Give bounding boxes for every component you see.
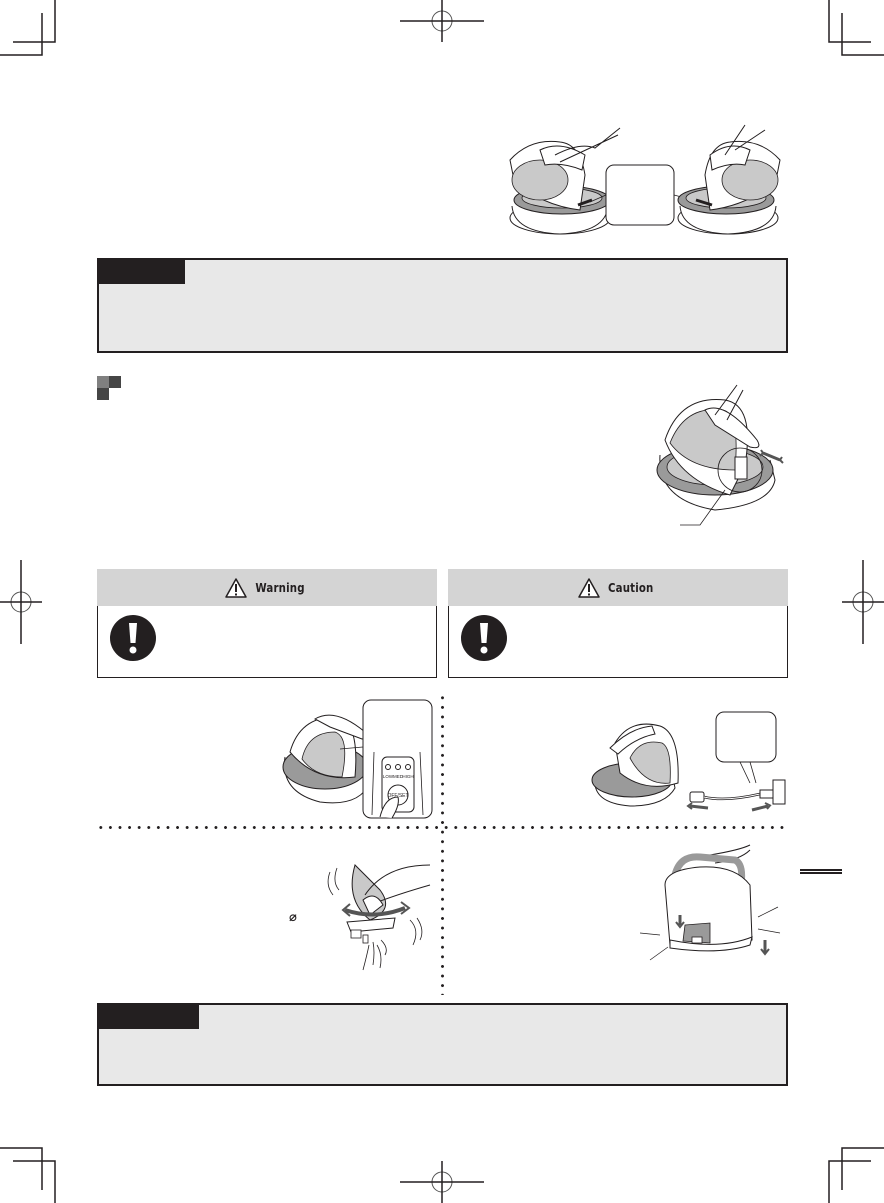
crop-mark-bottom-right bbox=[828, 1147, 884, 1203]
mandatory-exclamation-icon bbox=[461, 615, 507, 661]
page-tab-marker bbox=[800, 869, 842, 874]
note-box-1-tab bbox=[99, 260, 185, 284]
panel-label-high: HIGH bbox=[402, 774, 413, 779]
caution-alert-title: Caution bbox=[608, 580, 654, 595]
iron-placing-illustration bbox=[509, 124, 781, 235]
warning-triangle-icon bbox=[578, 577, 600, 598]
crop-mark-top-left bbox=[0, 0, 56, 56]
note-box-2-tab bbox=[99, 1005, 199, 1029]
shake-water-illustration bbox=[327, 864, 431, 971]
no-symbol-icon: ⌀ bbox=[289, 910, 297, 925]
warning-alert-title: Warning bbox=[255, 580, 305, 595]
registration-mark-right bbox=[842, 560, 884, 644]
caution-alert: Caution bbox=[448, 569, 788, 678]
registration-mark-bottom bbox=[400, 1161, 484, 1203]
warning-triangle-icon bbox=[225, 577, 247, 598]
note-box-2 bbox=[97, 1003, 788, 1086]
unplug-cord-illustration bbox=[591, 711, 786, 812]
registration-mark-top bbox=[400, 0, 484, 42]
crop-mark-top-right bbox=[828, 0, 884, 56]
carry-case-illustration bbox=[639, 844, 781, 961]
mandatory-exclamation-icon bbox=[110, 615, 156, 661]
registration-mark-left bbox=[0, 560, 42, 644]
caution-alert-header: Caution bbox=[448, 569, 788, 606]
crop-mark-bottom-left bbox=[0, 1147, 56, 1203]
warning-alert-header: Warning bbox=[97, 569, 437, 606]
warning-alert: Warning bbox=[97, 569, 437, 678]
iron-slide-illustration bbox=[656, 384, 784, 526]
square-bullet-icon bbox=[97, 376, 121, 400]
note-box-1 bbox=[97, 258, 788, 353]
step-grid-divider-vertical bbox=[441, 693, 444, 995]
press-off-button-illustration: LOW MED HIGH OFF/SET bbox=[282, 699, 433, 819]
